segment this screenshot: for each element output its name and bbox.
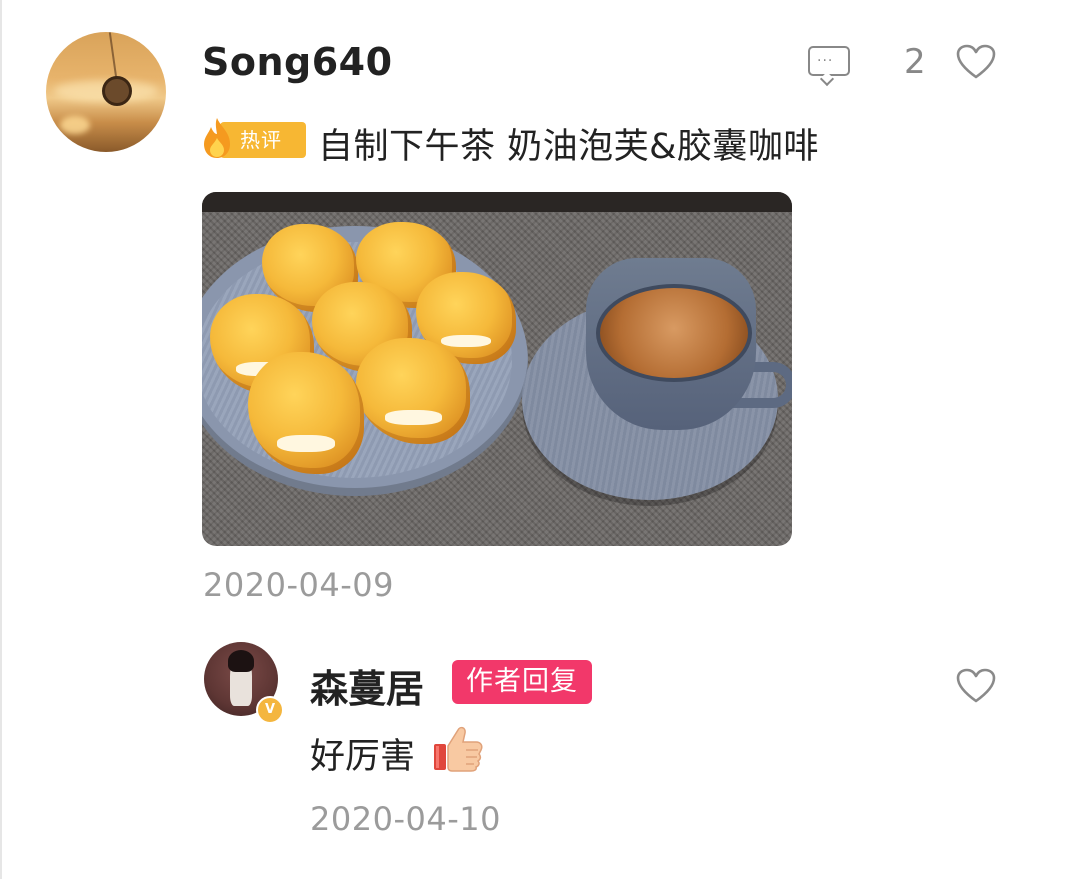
flame-icon: [204, 118, 230, 158]
hot-badge: 热评: [200, 114, 306, 160]
avatar-pendant: [102, 76, 132, 106]
avatar-glow: [60, 116, 90, 134]
avatar-string: [108, 32, 118, 78]
verified-badge: V: [256, 696, 284, 724]
reply-text: 好厉害: [310, 737, 416, 777]
comment-thread: Song640 ··· 2 热评 自制下午茶 奶油泡芙&胶囊咖啡 2020-04…: [0, 0, 1080, 879]
photo-puff-cream: [384, 410, 442, 425]
comment-photo[interactable]: [202, 192, 792, 546]
thumbs-up-icon: [434, 726, 483, 772]
avatar[interactable]: [46, 32, 166, 152]
like-count: 2: [904, 42, 926, 82]
photo-puff-cream: [277, 434, 335, 453]
heart-icon[interactable]: [956, 44, 996, 80]
heart-icon[interactable]: [956, 668, 996, 704]
message-dots: ···: [817, 53, 834, 69]
comment-username[interactable]: Song640: [202, 40, 393, 84]
author-reply-badge: 作者回复: [452, 660, 592, 704]
reply-date: 2020-04-10: [310, 800, 501, 838]
reply-avatar-hair: [228, 650, 254, 672]
photo-table-edge: [202, 192, 792, 212]
comment-text: 自制下午茶 奶油泡芙&胶囊咖啡: [318, 127, 819, 167]
photo-puff-cream: [441, 334, 491, 348]
message-tail: [819, 71, 835, 87]
reply-username[interactable]: 森蔓居: [310, 658, 424, 713]
message-icon[interactable]: ···: [808, 46, 850, 87]
comment-date: 2020-04-09: [203, 566, 394, 604]
divider: [0, 0, 2, 879]
photo-coffee: [596, 284, 752, 382]
